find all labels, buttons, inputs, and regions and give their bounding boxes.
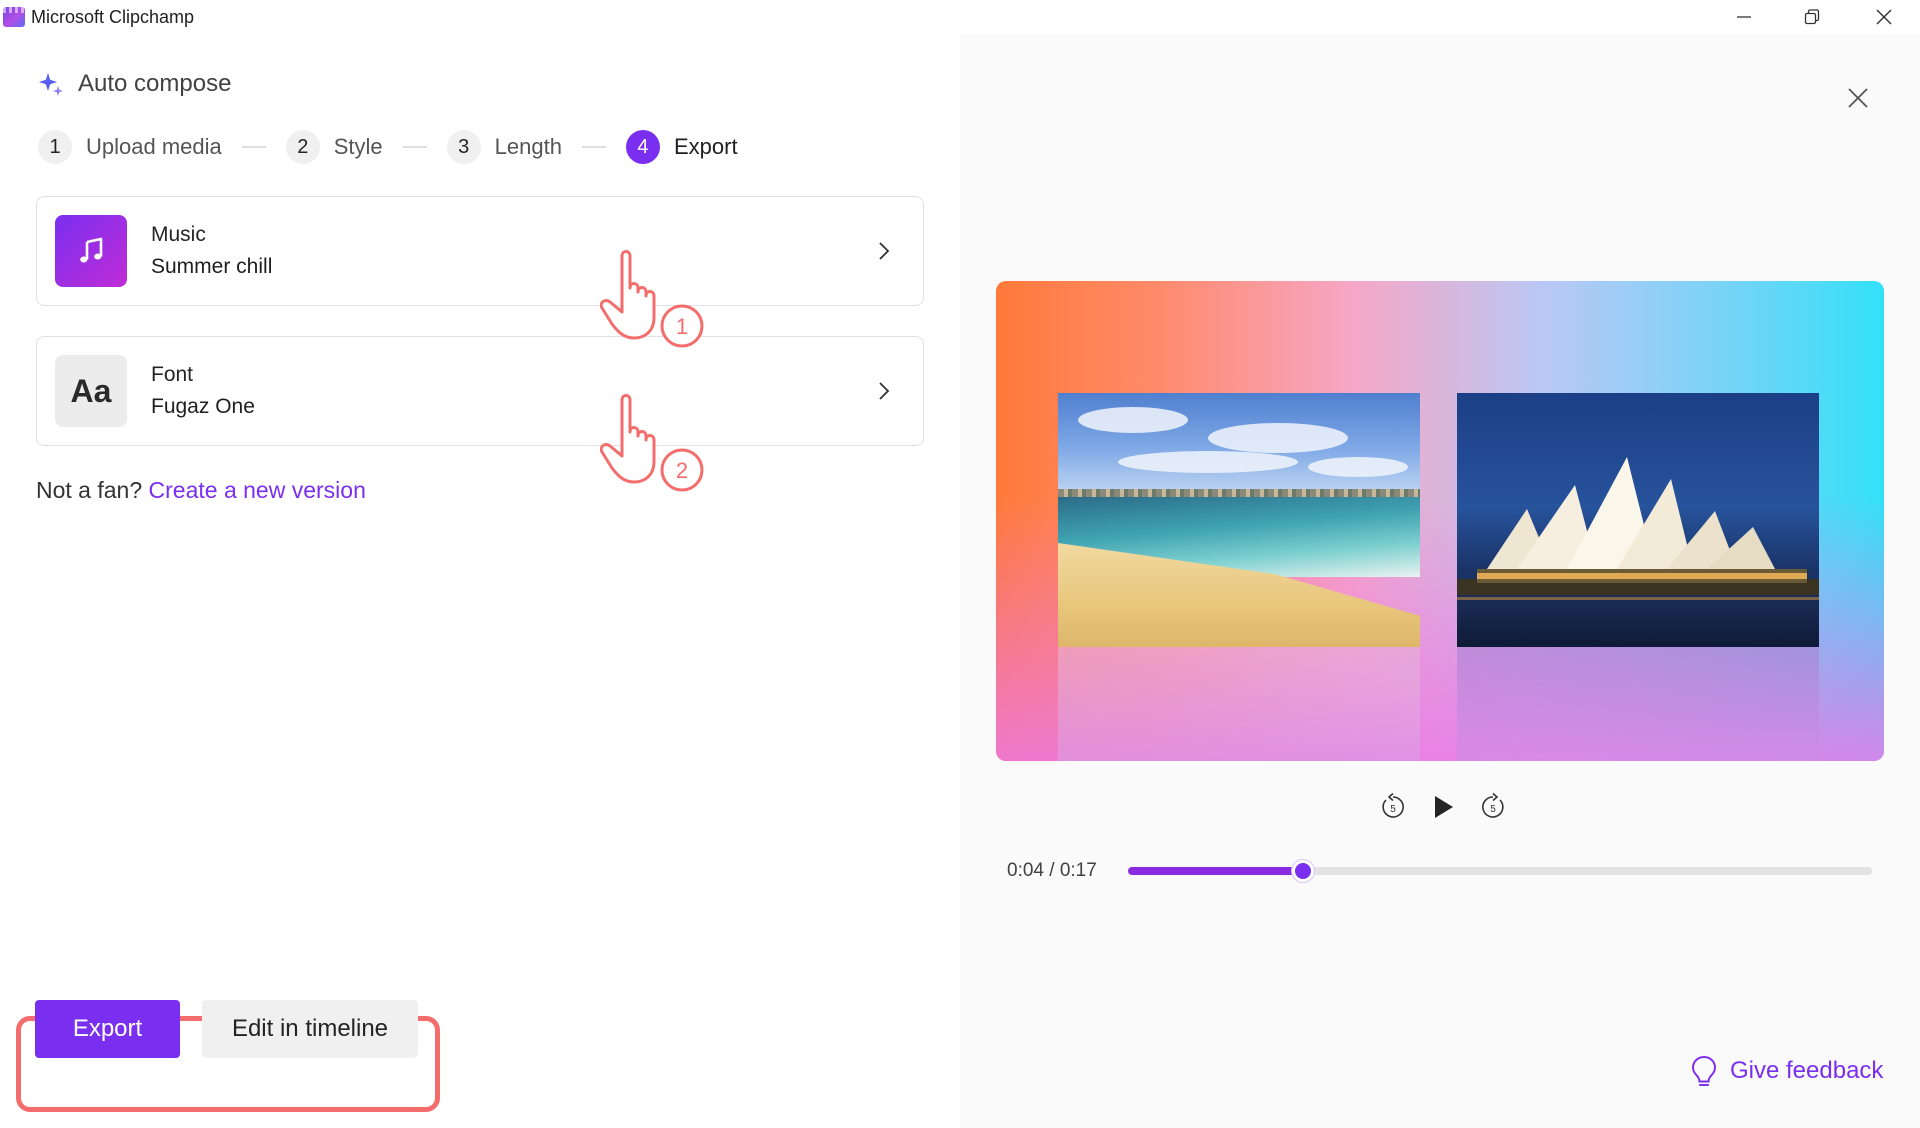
auto-compose-panel: Auto compose 1 Upload media 2 Style 3 Le… — [0, 34, 960, 1128]
step-number: 4 — [625, 130, 660, 164]
font-aa-icon: Aa — [55, 355, 127, 427]
music-card[interactable]: Music Summer chill — [36, 196, 924, 306]
scrubber-track[interactable] — [1128, 860, 1872, 882]
step-upload-media[interactable]: 1 Upload media — [38, 130, 222, 164]
close-icon — [1848, 88, 1868, 108]
pointer-hand-icon: 1 — [600, 250, 704, 348]
close-window-button[interactable] — [1850, 0, 1918, 34]
rewind-5-icon: 5 — [1382, 792, 1404, 818]
chevron-right-icon — [873, 240, 895, 262]
step-label: Export — [673, 134, 738, 159]
playback-time: 0:04 / 0:17 — [1007, 860, 1097, 882]
beach-photo — [1058, 393, 1420, 647]
restore-icon — [1804, 9, 1820, 25]
pointer-hand-callout-1: 1 — [600, 246, 710, 356]
step-label: Upload media — [86, 134, 222, 159]
step-style[interactable]: 2 Style — [285, 130, 383, 164]
step-divider — [402, 146, 427, 148]
auto-compose-heading: Auto compose — [38, 70, 231, 98]
step-number: 3 — [446, 130, 481, 164]
minimize-icon — [1737, 16, 1751, 18]
step-divider — [241, 146, 266, 148]
music-card-title: Music — [151, 223, 206, 246]
callout-number: 1 — [676, 314, 688, 339]
close-icon — [1876, 9, 1892, 25]
window-title: Microsoft Clipchamp — [31, 7, 195, 27]
scrubber-progress — [1128, 867, 1303, 875]
give-feedback-label: Give feedback — [1730, 1057, 1884, 1084]
chevron-right-icon — [873, 380, 895, 402]
step-number: 2 — [285, 130, 320, 164]
play-button[interactable] — [1428, 792, 1458, 822]
font-card-title: Font — [151, 363, 194, 386]
scrubber-handle[interactable] — [1291, 860, 1314, 882]
page-title: Auto compose — [78, 70, 232, 97]
step-length[interactable]: 3 Length — [446, 130, 562, 164]
playback-controls: 5 5 — [1378, 792, 1508, 822]
step-divider — [581, 146, 606, 148]
step-number: 1 — [38, 130, 72, 164]
forward-5-button[interactable]: 5 — [1478, 792, 1508, 822]
step-label: Length — [494, 134, 562, 159]
sparkle-icon — [38, 71, 64, 97]
video-preview[interactable] — [996, 281, 1884, 761]
font-card[interactable]: Aa Font Fugaz One — [36, 336, 924, 446]
forward-5-icon: 5 — [1482, 792, 1504, 818]
give-feedback-link[interactable]: Give feedback — [1690, 1054, 1883, 1088]
rewind-5-button[interactable]: 5 — [1378, 792, 1408, 822]
minimize-button[interactable] — [1710, 0, 1778, 34]
pointer-hand-icon: 2 — [600, 394, 704, 492]
title-bar: Microsoft Clipchamp — [0, 0, 1920, 34]
create-new-version-link[interactable]: Create a new version — [149, 477, 366, 503]
step-export[interactable]: 4 Export — [625, 130, 738, 164]
music-card-value: Summer chill — [151, 255, 273, 278]
preview-panel: 5 5 0:04 / 0:17 Give feedback — [960, 34, 1920, 1128]
current-time: 0:04 — [1007, 860, 1044, 881]
regenerate-row: Not a fan? Create a new version — [36, 477, 366, 504]
rewind-seconds-label: 5 — [1390, 804, 1396, 815]
lightbulb-icon — [1691, 1055, 1717, 1086]
font-card-value: Fugaz One — [151, 395, 255, 418]
opera-house-photo — [1457, 393, 1819, 647]
restore-button[interactable] — [1778, 0, 1846, 34]
time-separator: / — [1049, 860, 1055, 881]
callout-number: 2 — [676, 458, 688, 483]
step-progress: 1 Upload media 2 Style 3 Length 4 Export — [38, 130, 738, 164]
edit-in-timeline-button[interactable]: Edit in timeline — [202, 1000, 418, 1058]
export-button[interactable]: Export — [35, 1000, 180, 1058]
regenerate-prompt: Not a fan? — [36, 477, 143, 503]
close-panel-button[interactable] — [1844, 84, 1872, 112]
beach-reflection — [1058, 647, 1420, 761]
step-label: Style — [333, 134, 383, 159]
duration: 0:17 — [1059, 860, 1097, 881]
pointer-hand-callout-2: 2 — [600, 390, 710, 500]
forward-seconds-label: 5 — [1490, 804, 1496, 815]
play-icon — [1435, 796, 1453, 818]
opera-reflection — [1457, 647, 1819, 761]
clipchamp-logo-icon — [3, 7, 25, 27]
music-note-icon — [55, 215, 127, 287]
